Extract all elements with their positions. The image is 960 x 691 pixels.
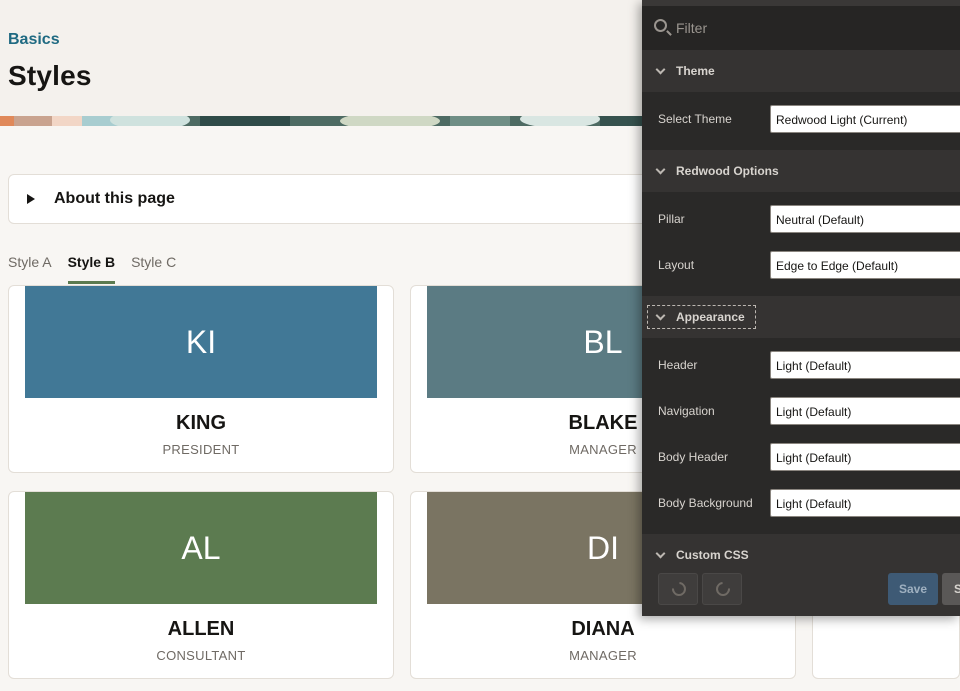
- layout-row: Layout Edge to Edge (Default): [642, 242, 960, 288]
- section-title: Appearance: [676, 310, 745, 324]
- card-job: PRESIDENT: [162, 442, 240, 457]
- about-region-title[interactable]: About this page: [54, 190, 175, 208]
- header-row: Header Light (Default): [642, 342, 960, 388]
- card-name: KING: [176, 412, 226, 434]
- theme-roller-panel: Theme Select Theme Redwood Light (Curren…: [642, 0, 960, 616]
- panel-footer: Save S: [642, 562, 960, 616]
- field-label: Select Theme: [658, 112, 732, 126]
- section-appearance-header[interactable]: Appearance: [642, 296, 960, 338]
- layout-dropdown[interactable]: Edge to Edge (Default): [770, 251, 960, 279]
- body-background-dropdown[interactable]: Light (Default): [770, 489, 960, 517]
- save-button[interactable]: Save: [888, 573, 938, 605]
- search-icon: [654, 19, 667, 32]
- section-theme-header[interactable]: Theme: [642, 50, 960, 92]
- undo-icon: [669, 579, 689, 599]
- style-tabs: Style A Style B Style C: [8, 252, 192, 284]
- navigation-row: Navigation Light (Default): [642, 388, 960, 434]
- tab-style-b[interactable]: Style B: [67, 252, 116, 284]
- field-label: Pillar: [658, 212, 685, 226]
- pillar-row: Pillar Neutral (Default): [642, 196, 960, 242]
- body-background-row: Body Background Light (Default): [642, 480, 960, 526]
- header-dropdown[interactable]: Light (Default): [770, 351, 960, 379]
- section-title: Theme: [676, 64, 715, 78]
- pillar-dropdown[interactable]: Neutral (Default): [770, 205, 960, 233]
- undo-button[interactable]: [658, 573, 698, 605]
- employee-card-king[interactable]: KI KING PRESIDENT: [8, 285, 394, 473]
- section-title: Redwood Options: [676, 164, 779, 178]
- navigation-dropdown[interactable]: Light (Default): [770, 397, 960, 425]
- avatar: AL: [25, 492, 377, 604]
- filter-input[interactable]: [676, 18, 936, 38]
- page-title: Styles: [8, 60, 92, 91]
- chevron-down-icon: [655, 64, 666, 75]
- field-label: Header: [658, 358, 698, 372]
- redo-icon: [713, 579, 733, 599]
- tab-style-c[interactable]: Style C: [131, 252, 176, 284]
- avatar: KI: [25, 286, 377, 398]
- card-job: CONSULTANT: [156, 648, 246, 663]
- body-header-dropdown[interactable]: Light (Default): [770, 443, 960, 471]
- card-job: MANAGER: [569, 648, 637, 663]
- about-region[interactable]: About this page: [8, 174, 688, 224]
- field-label: Body Background: [658, 496, 753, 510]
- section-redwood-options-header[interactable]: Redwood Options: [642, 150, 960, 192]
- field-label: Body Header: [658, 450, 729, 464]
- field-label: Navigation: [658, 404, 715, 418]
- chevron-down-icon: [655, 164, 666, 175]
- section-title: Custom CSS: [676, 548, 749, 562]
- breadcrumb[interactable]: Basics: [8, 31, 60, 49]
- filter-bar: [642, 6, 960, 50]
- employee-card-allen[interactable]: AL ALLEN CONSULTANT: [8, 491, 394, 679]
- tab-style-a[interactable]: Style A: [8, 252, 52, 284]
- chevron-down-icon: [655, 548, 666, 559]
- save-as-button[interactable]: S: [942, 573, 960, 605]
- select-theme-dropdown[interactable]: Redwood Light (Current): [770, 105, 960, 133]
- field-label: Layout: [658, 258, 695, 272]
- body-header-row: Body Header Light (Default): [642, 434, 960, 480]
- card-name: ALLEN: [167, 618, 235, 640]
- select-theme-row: Select Theme Redwood Light (Current): [642, 96, 960, 142]
- expand-triangle-icon[interactable]: [27, 194, 35, 204]
- redo-button[interactable]: [702, 573, 742, 605]
- card-name: DIANA: [571, 618, 635, 640]
